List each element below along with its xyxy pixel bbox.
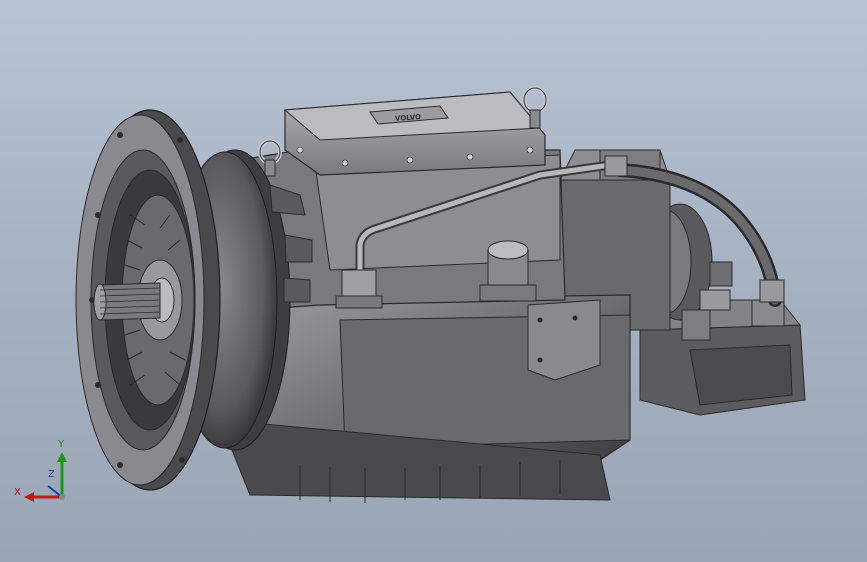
graphics-viewport[interactable]: VOLVO Y X Z: [0, 0, 867, 562]
input-shaft: [93, 282, 161, 321]
triad-axes-icon: [24, 452, 67, 502]
axis-z-label: Z: [48, 469, 55, 480]
axis-y-label: Y: [58, 439, 65, 450]
top-cover: VOLVO: [283, 91, 546, 176]
filler-cap: [479, 240, 537, 302]
axis-x-label: X: [14, 487, 21, 498]
pipe-fitting-left: [335, 269, 383, 309]
coordinate-triad: Y X Z: [10, 440, 80, 510]
transmission-3d-model[interactable]: VOLVO: [0, 0, 867, 562]
